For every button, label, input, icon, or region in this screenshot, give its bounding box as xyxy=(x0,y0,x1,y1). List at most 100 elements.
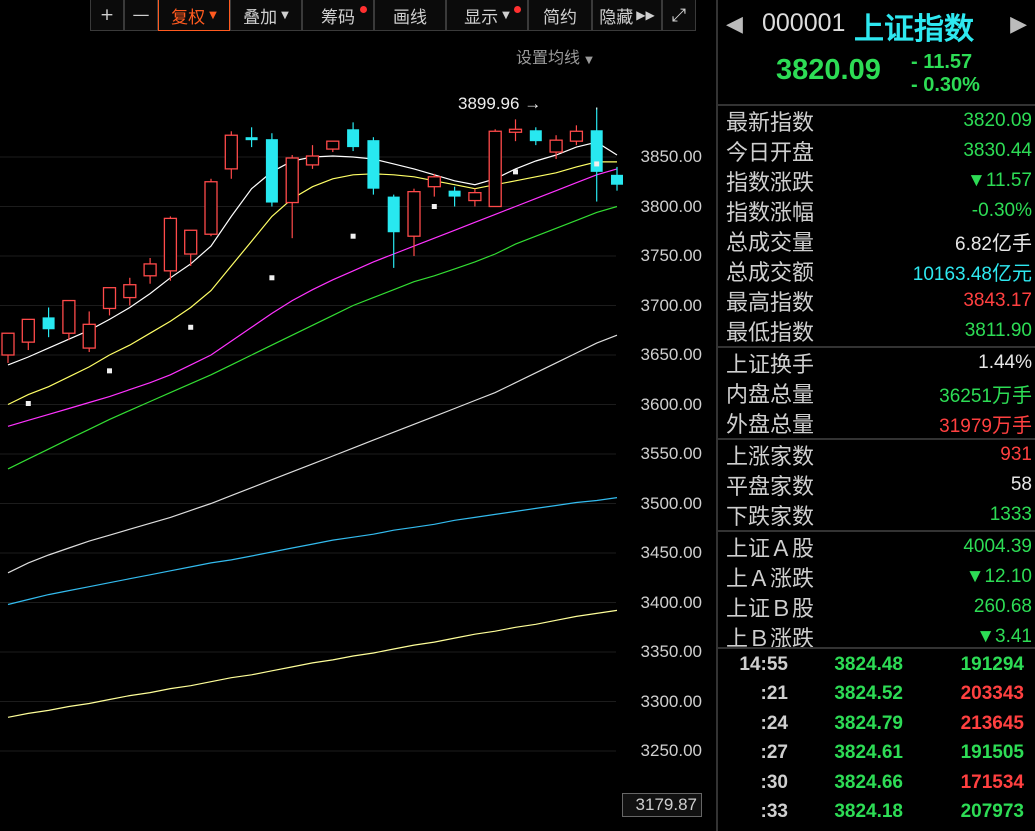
triangle-left-icon[interactable]: ◀ xyxy=(726,12,743,37)
stat-value: 10163.48亿元 xyxy=(913,257,1032,286)
candle[interactable] xyxy=(224,131,238,179)
candle-body xyxy=(488,130,502,208)
candle[interactable] xyxy=(123,277,137,306)
hide-button[interactable]: 隐藏 ▶▶ xyxy=(592,0,662,31)
tick-time: :33 xyxy=(760,801,788,823)
stat-value: 260.68 xyxy=(973,596,1032,617)
candle[interactable] xyxy=(448,186,461,207)
chips-button[interactable]: 筹码 xyxy=(302,0,374,31)
stat-outer: 外盘总量 31979万手 xyxy=(718,408,1035,438)
candle[interactable] xyxy=(326,140,340,153)
tick-volume: 213645 xyxy=(960,712,1024,734)
candle-body xyxy=(326,140,340,150)
candle[interactable] xyxy=(265,133,278,207)
candle[interactable] xyxy=(367,137,380,195)
candle[interactable] xyxy=(508,119,523,142)
candle[interactable] xyxy=(163,216,178,281)
chart-toolbar: + — 复权 ▼ 叠加 ▼ 筹码 画线 显示 ▼ 简约 隐藏 ▶▶ ⤢ xyxy=(90,0,696,34)
stat-label: 上证Ｂ股 xyxy=(726,597,815,622)
candle[interactable] xyxy=(102,287,117,316)
stat-change: 指数涨跌 ▼11.57 xyxy=(718,166,1035,196)
candle-body xyxy=(285,157,299,204)
candle[interactable] xyxy=(1,332,15,363)
ma-line xyxy=(7,161,617,406)
current-price: 3820.09 xyxy=(776,54,881,86)
price-change: - 11.57 xyxy=(911,51,973,73)
notification-dot xyxy=(360,6,367,13)
candle[interactable] xyxy=(549,135,563,159)
candle[interactable] xyxy=(407,188,421,256)
candle-body xyxy=(387,196,400,233)
candle[interactable] xyxy=(82,311,96,353)
candle-body xyxy=(184,229,198,255)
tick-list: 14:55 3824.48 191294 :21 3824.52 203343 :24 3… xyxy=(718,650,1035,827)
candle-body xyxy=(265,139,278,203)
candle[interactable] xyxy=(347,122,360,152)
candle[interactable] xyxy=(569,125,584,146)
price-axis-label: 3800.00 xyxy=(640,196,702,216)
stat-value: 58 xyxy=(1010,474,1032,495)
ma-line xyxy=(7,141,618,366)
candle-body xyxy=(42,317,55,330)
candle[interactable] xyxy=(204,178,218,237)
tick-time: :24 xyxy=(760,712,788,734)
candle[interactable] xyxy=(62,299,76,341)
stat-label: 最新指数 xyxy=(726,111,815,136)
fullscreen-button[interactable]: ⤢ xyxy=(662,0,696,31)
candle[interactable] xyxy=(245,127,258,148)
stat-label: 总成交额 xyxy=(726,261,815,286)
candle[interactable] xyxy=(285,155,299,239)
candle-body xyxy=(102,287,117,310)
zoom-in-button[interactable]: + xyxy=(90,0,124,31)
candle-body xyxy=(62,299,76,334)
triangle-right-icon[interactable]: ▶ xyxy=(1010,12,1027,37)
display-button[interactable]: 显示 ▼ xyxy=(446,0,528,31)
draw-button[interactable]: 画线 xyxy=(374,0,446,31)
stat-latest: 最新指数 3820.09 xyxy=(718,106,1035,136)
candle[interactable] xyxy=(590,107,603,202)
stock-code: 000001 xyxy=(762,9,846,37)
stat-label: 外盘总量 xyxy=(726,413,815,438)
overlay-button[interactable]: 叠加 ▼ xyxy=(230,0,302,31)
stat-unit: 亿元 xyxy=(992,262,1032,285)
candle[interactable] xyxy=(488,129,502,208)
candle-body xyxy=(468,191,482,202)
price-axis-label: 3750.00 xyxy=(640,246,702,265)
stat-value: -0.30% xyxy=(971,200,1032,221)
stat-b-share: 上证Ｂ股 260.68 xyxy=(718,592,1035,622)
candle-body xyxy=(529,130,542,142)
candle[interactable] xyxy=(42,307,55,338)
stat-value: 1.44% xyxy=(978,352,1032,373)
candle[interactable] xyxy=(21,318,35,351)
simple-button[interactable]: 简约 xyxy=(528,0,592,31)
candle[interactable] xyxy=(387,194,400,268)
tick-price: 3824.48 xyxy=(834,653,903,675)
candle[interactable] xyxy=(427,173,441,197)
stat-label: 上涨家数 xyxy=(726,445,815,470)
price-axis-label: 3300.00 xyxy=(640,691,702,711)
tick-price: 3824.61 xyxy=(834,742,903,764)
simple-label: 简约 xyxy=(543,7,577,28)
stat-value: 3830.44 xyxy=(963,140,1032,161)
tick-time: :27 xyxy=(760,742,788,764)
quote-header: ◀ 000001 上证指数 ▶ 3820.09 - 11.57 - 0.30% xyxy=(718,0,1035,100)
zoom-out-button[interactable]: — xyxy=(124,0,158,31)
ma-setting-dropdown[interactable]: 设置均线 ▼ xyxy=(516,44,593,68)
kline-chart-area[interactable]: + — 复权 ▼ 叠加 ▼ 筹码 画线 显示 ▼ 简约 隐藏 ▶▶ ⤢ 设置均线 ▼ 3… xyxy=(0,0,716,831)
kline-chart[interactable] xyxy=(0,0,716,831)
price-axis-label: 3650.00 xyxy=(640,345,702,364)
candle[interactable] xyxy=(143,257,157,284)
stock-name: 上证指数 xyxy=(854,12,974,47)
candle[interactable] xyxy=(529,127,542,146)
candle-body xyxy=(123,284,137,299)
price-axis-label: 3600.00 xyxy=(640,394,702,414)
candle-body xyxy=(245,137,258,141)
candle[interactable] xyxy=(468,188,482,207)
draw-label: 画线 xyxy=(393,7,427,28)
price-axis-label: 3450.00 xyxy=(640,543,702,562)
stat-label: 总成交量 xyxy=(726,231,815,256)
caret-down-icon: ▼ xyxy=(281,9,289,21)
tick-row: :30 3824.66 171534 xyxy=(718,768,1035,798)
adjust-button[interactable]: 复权 ▼ xyxy=(158,0,230,31)
candle[interactable] xyxy=(305,145,320,169)
